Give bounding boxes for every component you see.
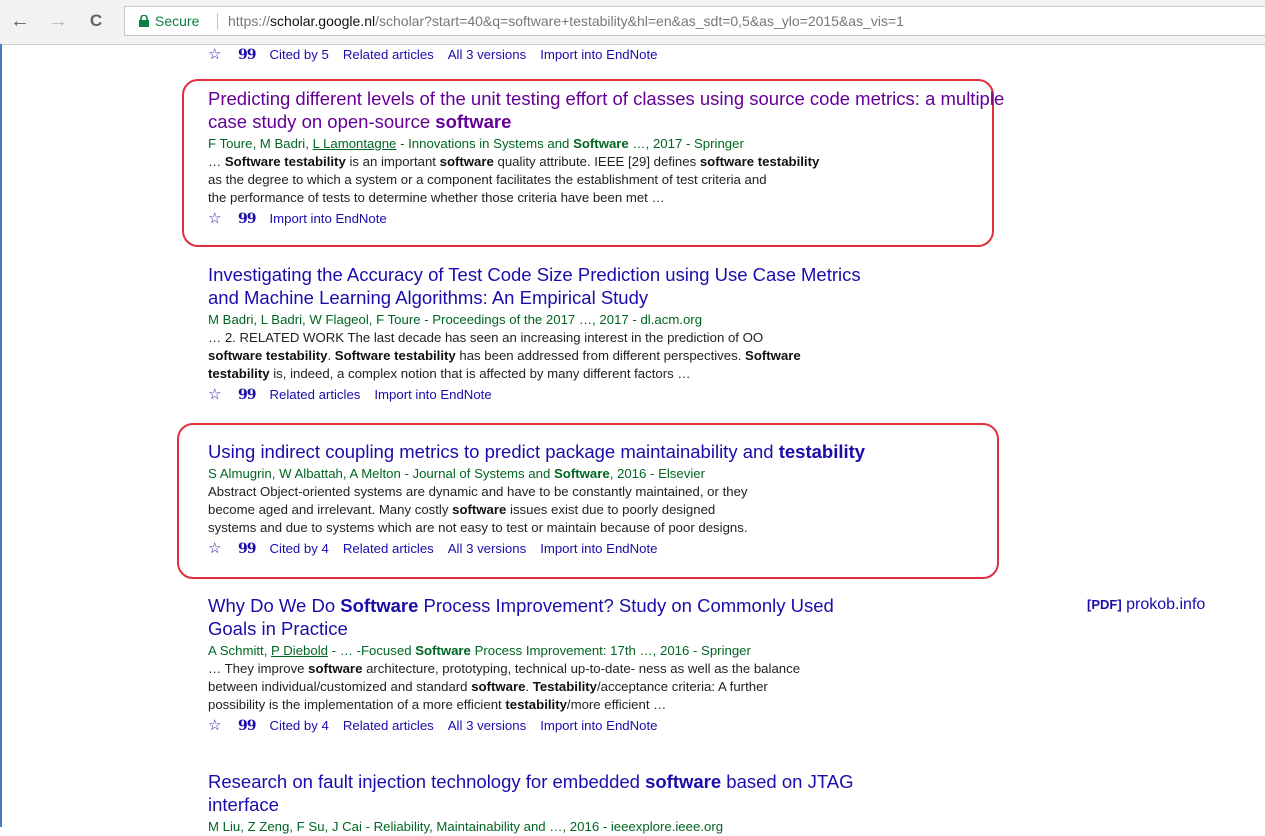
- cite-icon[interactable]: 99: [238, 46, 257, 64]
- cite-icon[interactable]: 99: [238, 386, 257, 404]
- cited-by-link[interactable]: Cited by 5: [269, 47, 328, 62]
- result-title[interactable]: Investigating the Accuracy of Test Code …: [208, 263, 1008, 309]
- all-versions-link[interactable]: All 3 versions: [448, 47, 526, 62]
- back-icon[interactable]: ←: [8, 9, 32, 33]
- result-snippet: … 2. RELATED WORK The last decade has se…: [208, 330, 801, 381]
- all-versions-link[interactable]: All 3 versions: [448, 718, 526, 733]
- cited-by-link[interactable]: Cited by 4: [269, 718, 328, 733]
- related-articles-link[interactable]: Related articles: [343, 47, 434, 62]
- import-endnote-link[interactable]: Import into EndNote: [269, 211, 386, 226]
- star-icon[interactable]: ☆: [208, 210, 226, 228]
- related-articles-link[interactable]: Related articles: [269, 387, 360, 402]
- result-authors: M Badri, L Badri, W Flageol, F Toure - P…: [208, 312, 703, 327]
- result-title[interactable]: Using indirect coupling metrics to predi…: [208, 440, 998, 463]
- result-authors: F Toure, M Badri, L Lamontagne - Innovat…: [208, 136, 744, 151]
- url-text[interactable]: https://scholar.google.nl/scholar?start=…: [228, 7, 904, 35]
- cited-by-link[interactable]: Cited by 4: [269, 541, 328, 556]
- result-title[interactable]: Why Do We Do Software Process Improvemen…: [208, 594, 1008, 640]
- import-endnote-link[interactable]: Import into EndNote: [540, 541, 657, 556]
- secure-label: Secure: [155, 13, 200, 29]
- search-result: Predicting different levels of the unit …: [208, 87, 1008, 228]
- star-icon[interactable]: ☆: [208, 386, 226, 404]
- cite-icon[interactable]: 99: [238, 717, 257, 735]
- forward-icon[interactable]: →: [46, 9, 70, 33]
- related-articles-link[interactable]: Related articles: [343, 718, 434, 733]
- result-snippet: … Software testability is an important s…: [208, 154, 820, 205]
- import-endnote-link[interactable]: Import into EndNote: [540, 47, 657, 62]
- cite-icon[interactable]: 99: [238, 540, 257, 558]
- search-result: Investigating the Accuracy of Test Code …: [208, 263, 1008, 404]
- result-snippet: … They improve software architecture, pr…: [208, 661, 801, 712]
- address-bar[interactable]: Secure https://scholar.google.nl/scholar…: [124, 6, 1265, 36]
- result-title[interactable]: Predicting different levels of the unit …: [208, 87, 1008, 133]
- previous-result-actions: ☆ 99 Cited by 5 Related articles All 3 versi…: [208, 46, 1008, 64]
- search-result: Using indirect coupling metrics to predi…: [208, 440, 998, 558]
- result-authors: M Liu, Z Zeng, F Su, J Cai - Reliability…: [208, 819, 724, 834]
- lock-icon: [139, 15, 149, 27]
- search-result: Research on fault injection technology f…: [208, 770, 1008, 836]
- all-versions-link[interactable]: All 3 versions: [448, 541, 526, 556]
- result-actions: ☆ 99 Cited by 4 Related articles All 3 versi…: [208, 717, 1008, 735]
- page-left-edge: [0, 44, 2, 827]
- reload-icon[interactable]: C: [84, 9, 108, 33]
- browser-toolbar: ← → C Secure https://scholar.google.nl/s…: [0, 0, 1265, 45]
- cite-icon[interactable]: 99: [238, 210, 257, 228]
- search-result: Why Do We Do Software Process Improvemen…: [208, 594, 1008, 735]
- star-icon[interactable]: ☆: [208, 540, 226, 558]
- pdf-link[interactable]: [PDF] prokob.info: [1087, 596, 1205, 614]
- import-endnote-link[interactable]: Import into EndNote: [374, 387, 491, 402]
- author-link[interactable]: P Diebold: [271, 643, 328, 658]
- result-authors: A Schmitt, P Diebold - … -Focused Softwa…: [208, 643, 751, 658]
- result-actions: ☆ 99 Related articles Import into EndNote: [208, 386, 1008, 404]
- related-articles-link[interactable]: Related articles: [343, 541, 434, 556]
- star-icon[interactable]: ☆: [208, 46, 226, 64]
- result-actions: ☆ 99 Import into EndNote: [208, 210, 1008, 228]
- author-link[interactable]: L Lamontagne: [313, 136, 397, 151]
- url-divider: [217, 13, 218, 30]
- result-title[interactable]: Research on fault injection technology f…: [208, 770, 1008, 816]
- result-snippet: Abstract Object-oriented systems are dyn…: [208, 484, 748, 535]
- star-icon[interactable]: ☆: [208, 717, 226, 735]
- result-authors: S Almugrin, W Albattah, A Melton - Journ…: [208, 466, 705, 481]
- result-actions: ☆ 99 Cited by 4 Related articles All 3 versi…: [208, 540, 998, 558]
- import-endnote-link[interactable]: Import into EndNote: [540, 718, 657, 733]
